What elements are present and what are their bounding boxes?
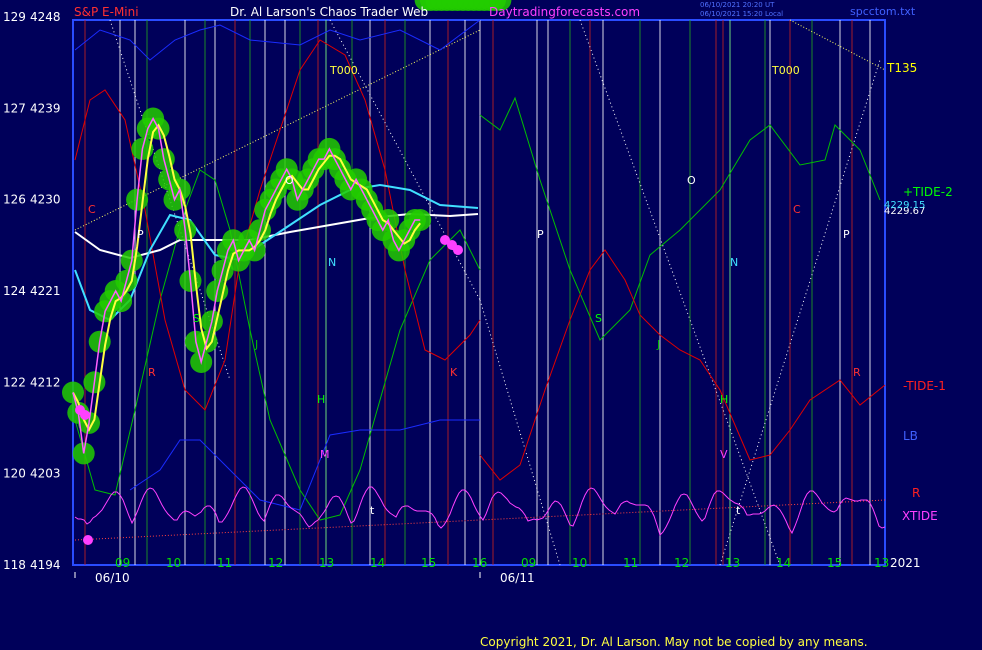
- y-tick-count-0: 129: [3, 10, 26, 24]
- y-tick-price-5: 4203: [30, 467, 61, 481]
- right-label-1: +TIDE-2: [903, 185, 953, 199]
- lb-blue-top: [74, 19, 481, 61]
- close-price-label-2: 4229.15: [884, 200, 925, 211]
- marker-letter-20: R: [853, 366, 861, 379]
- marker-letter-4: H: [317, 393, 325, 406]
- x-tick-hour-11: 12: [674, 556, 689, 570]
- y-tick-price-3: 4221: [30, 284, 61, 298]
- trend-line-t135: [789, 19, 886, 71]
- marker-letter-19: P: [843, 228, 850, 241]
- site-link[interactable]: Daytradingforecasts.com: [489, 5, 640, 19]
- x-tick-hour-14: 15: [827, 556, 842, 570]
- chart-title: Dr. Al Larson's Chaos Trader Web: [230, 5, 429, 19]
- marker-letter-6: O: [285, 174, 294, 187]
- marker-letter-16: H: [720, 393, 728, 406]
- diag-line-4: [579, 19, 781, 566]
- lb-blue-lower: [129, 419, 480, 511]
- chart-window: C P S J H M O N Rt K P S J O N H V C P Rt 129 4248 127 4239 126…: [0, 0, 982, 650]
- price-dot-1: [80, 410, 90, 420]
- timestamp-ut: 06/10/2021 20:20 UT: [700, 1, 775, 9]
- chart-labels: T000 T000 T135+TIDE-2-TIDE-1LBRXTIDE4229.6…: [329, 61, 953, 523]
- marker-letter-12: S: [595, 312, 602, 325]
- right-label-3: LB: [903, 429, 918, 443]
- price-dot-2: [83, 535, 93, 545]
- x-tick-hour-5: 14: [370, 556, 385, 570]
- marker-letter-21: t: [736, 504, 741, 517]
- marker-letter-10: K: [450, 366, 458, 379]
- axes: 129 4248 127 4239 126 4230 124 4221 122 4212 120 42…: [3, 10, 921, 585]
- reference-label-t000-0: T000: [329, 64, 358, 77]
- x-tick-hour-6: 15: [421, 556, 436, 570]
- marker-letter-0: C: [88, 203, 96, 216]
- data-file-name: spcctom.txt: [850, 5, 916, 18]
- y-tick-count-4: 122: [3, 375, 26, 389]
- x-tick-hour-3: 12: [268, 556, 283, 570]
- x-year-label: 2021: [890, 556, 921, 570]
- y-tick-count-2: 126: [3, 193, 26, 207]
- y-tick-price-4: 4212: [30, 375, 61, 389]
- marker-letter-8: R: [148, 366, 156, 379]
- plot-border: [72, 19, 886, 566]
- x-tick-hour-1: 10: [166, 556, 181, 570]
- chaos-trader-chart: C P S J H M O N Rt K P S J O N H V C P Rt 129 4248 127 4239 126…: [3, 0, 953, 585]
- marker-letter-7: N: [328, 256, 336, 269]
- x-tick-hour-15: 13: [874, 556, 889, 570]
- marker-letter-2: S: [193, 312, 200, 325]
- marker-letter-18: C: [793, 203, 801, 216]
- x-date-label-0: 06/10: [95, 571, 130, 585]
- x-tick-hour-0: 09: [115, 556, 130, 570]
- marker-letter-13: J: [656, 338, 660, 351]
- y-tick-count-3: 124: [3, 284, 26, 298]
- x-tick-hour-7: 16: [472, 556, 487, 570]
- vertical-time-lines: [84, 20, 871, 565]
- price-line: [72, 116, 421, 454]
- marker-letter-9: t: [370, 504, 375, 517]
- x-tick-hour-13: 14: [776, 556, 791, 570]
- x-date-label-1: 06/11: [500, 571, 535, 585]
- x-tick-hour-2: 11: [217, 556, 232, 570]
- price-dot-5: [453, 245, 463, 255]
- marker-letter-3: J: [254, 338, 258, 351]
- marker-letter-5: M: [320, 448, 330, 461]
- x-tick-hour-10: 11: [623, 556, 638, 570]
- marker-letter-1: P: [137, 228, 144, 241]
- x-tick-hour-12: 13: [725, 556, 740, 570]
- x-tick-hour-9: 10: [572, 556, 587, 570]
- copyright-text: Copyright 2021, Dr. Al Larson. May not b…: [480, 635, 868, 649]
- marker-letter-11: P: [537, 228, 544, 241]
- plot-frame: [72, 19, 886, 566]
- marker-letter-17: V: [720, 448, 728, 461]
- timestamp-local: 06/10/2021 15:20 Local: [700, 10, 784, 18]
- right-label-5: XTIDE: [902, 509, 938, 523]
- y-tick-price-1: 4239: [30, 101, 61, 115]
- tide-green-day2: [479, 96, 881, 341]
- y-tick-price-6: 4194: [30, 558, 61, 572]
- x-tick-hour-8: 09: [521, 556, 536, 570]
- diag-line-5: [719, 59, 881, 566]
- symbol-label: S&P E-Mini: [74, 5, 139, 19]
- right-label-4: R: [912, 486, 920, 500]
- x-tick-hour-4: 13: [319, 556, 334, 570]
- marker-letter-15: N: [730, 256, 738, 269]
- right-label-2: -TIDE-1: [903, 379, 946, 393]
- marker-letter-14: O: [687, 174, 696, 187]
- y-tick-price-0: 4248: [30, 10, 61, 24]
- y-tick-count-6: 118: [3, 558, 26, 572]
- tide-red-day2: [479, 249, 886, 481]
- right-label-0: T135: [886, 61, 917, 75]
- y-tick-count-5: 120: [3, 467, 26, 481]
- reference-label-t000-1: T000: [771, 64, 800, 77]
- y-tick-count-1: 127: [3, 101, 26, 115]
- y-tick-price-2: 4230: [30, 193, 61, 207]
